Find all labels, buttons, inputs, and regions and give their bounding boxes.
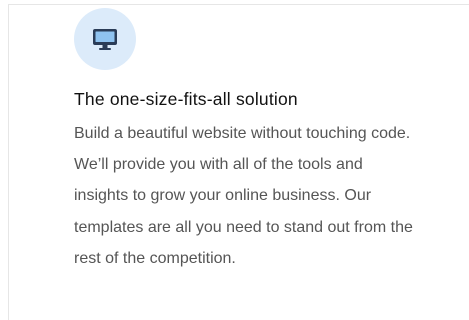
feature-icon-badge: [74, 8, 136, 70]
desktop-monitor-icon: [93, 29, 117, 50]
feature-description: Build a beautiful website without touchi…: [74, 125, 413, 267]
feature-title: The one-size-fits-all solution: [74, 89, 298, 109]
